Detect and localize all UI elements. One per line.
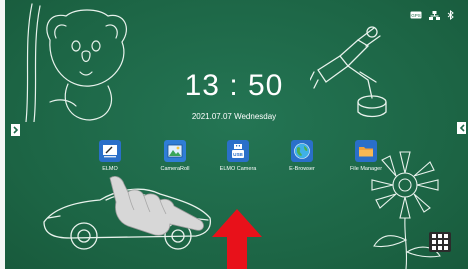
folder-icon: [355, 140, 377, 162]
hand-pointer-icon: [109, 176, 204, 236]
gps-label: GPS: [411, 13, 421, 18]
app-e-browser[interactable]: E-Browser: [267, 140, 337, 172]
svg-text:USB: USB: [233, 152, 243, 157]
app-label: E-Browser: [289, 166, 315, 172]
grid-icon: [432, 234, 436, 238]
right-edge-button[interactable]: [457, 122, 466, 134]
gps-icon: GPS: [410, 11, 422, 19]
desktop-screen: GPS 13 : 50 2021.07.07 Wednesday ELMO Ca…: [0, 0, 468, 269]
app-file-manager[interactable]: File Manager: [331, 140, 401, 172]
app-elmo-camera[interactable]: USB ELMO Camera: [203, 140, 273, 172]
whiteboard-icon: [99, 140, 121, 162]
up-arrow-icon: [212, 209, 262, 269]
clock-date: 2021.07.07 Wednesday: [191, 112, 277, 121]
chevron-right-icon: [12, 126, 18, 134]
app-label: File Manager: [349, 166, 383, 172]
app-drawer-button[interactable]: [429, 232, 451, 252]
chevron-left-icon: [459, 124, 465, 132]
globe-icon: [291, 140, 313, 162]
gallery-icon: [164, 140, 186, 162]
clock-time: 13 : 50: [184, 69, 284, 102]
network-icon: [429, 10, 440, 20]
bluetooth-icon: [447, 10, 454, 20]
left-edge-button[interactable]: [11, 124, 20, 136]
usb-camera-icon: USB: [227, 140, 249, 162]
app-label: ELMO Camera: [219, 166, 257, 172]
koala-doodle: [25, 3, 127, 122]
status-bar: GPS: [410, 10, 454, 20]
